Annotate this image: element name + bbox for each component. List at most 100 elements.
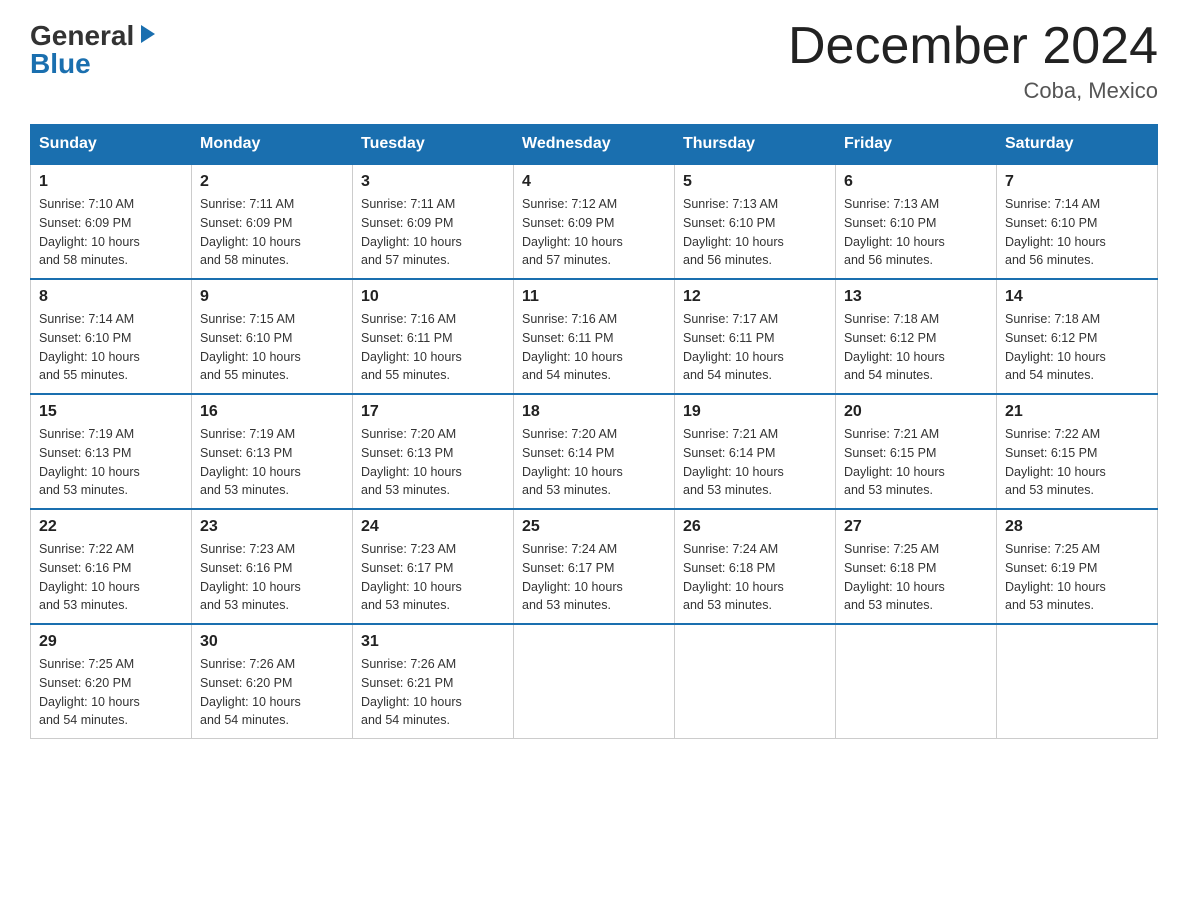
calendar-cell: 10 Sunrise: 7:16 AMSunset: 6:11 PMDaylig… [353, 279, 514, 394]
day-number: 18 [522, 403, 666, 421]
day-number: 29 [39, 633, 183, 651]
day-info: Sunrise: 7:14 AMSunset: 6:10 PMDaylight:… [1005, 195, 1149, 270]
calendar-cell: 17 Sunrise: 7:20 AMSunset: 6:13 PMDaylig… [353, 394, 514, 509]
day-number: 26 [683, 518, 827, 536]
day-number: 1 [39, 173, 183, 191]
day-number: 14 [1005, 288, 1149, 306]
day-number: 30 [200, 633, 344, 651]
day-number: 3 [361, 173, 505, 191]
day-number: 17 [361, 403, 505, 421]
day-info: Sunrise: 7:17 AMSunset: 6:11 PMDaylight:… [683, 310, 827, 385]
day-number: 2 [200, 173, 344, 191]
day-number: 11 [522, 288, 666, 306]
day-number: 31 [361, 633, 505, 651]
calendar-cell [514, 624, 675, 739]
day-number: 20 [844, 403, 988, 421]
day-number: 15 [39, 403, 183, 421]
day-info: Sunrise: 7:25 AMSunset: 6:20 PMDaylight:… [39, 655, 183, 730]
day-info: Sunrise: 7:22 AMSunset: 6:16 PMDaylight:… [39, 540, 183, 615]
day-info: Sunrise: 7:24 AMSunset: 6:18 PMDaylight:… [683, 540, 827, 615]
day-number: 22 [39, 518, 183, 536]
day-info: Sunrise: 7:13 AMSunset: 6:10 PMDaylight:… [683, 195, 827, 270]
day-info: Sunrise: 7:10 AMSunset: 6:09 PMDaylight:… [39, 195, 183, 270]
day-info: Sunrise: 7:19 AMSunset: 6:13 PMDaylight:… [200, 425, 344, 500]
week-row-1: 1 Sunrise: 7:10 AMSunset: 6:09 PMDayligh… [31, 164, 1158, 279]
calendar-header: SundayMondayTuesdayWednesdayThursdayFrid… [31, 125, 1158, 165]
day-info: Sunrise: 7:21 AMSunset: 6:15 PMDaylight:… [844, 425, 988, 500]
day-number: 21 [1005, 403, 1149, 421]
day-number: 28 [1005, 518, 1149, 536]
calendar-cell: 6 Sunrise: 7:13 AMSunset: 6:10 PMDayligh… [836, 164, 997, 279]
calendar-cell: 25 Sunrise: 7:24 AMSunset: 6:17 PMDaylig… [514, 509, 675, 624]
calendar-cell: 30 Sunrise: 7:26 AMSunset: 6:20 PMDaylig… [192, 624, 353, 739]
day-info: Sunrise: 7:12 AMSunset: 6:09 PMDaylight:… [522, 195, 666, 270]
page-header: General Blue December 2024 Coba, Mexico [30, 20, 1158, 104]
day-info: Sunrise: 7:24 AMSunset: 6:17 PMDaylight:… [522, 540, 666, 615]
day-number: 12 [683, 288, 827, 306]
column-header-saturday: Saturday [997, 125, 1158, 165]
calendar-cell: 13 Sunrise: 7:18 AMSunset: 6:12 PMDaylig… [836, 279, 997, 394]
day-info: Sunrise: 7:18 AMSunset: 6:12 PMDaylight:… [1005, 310, 1149, 385]
day-number: 7 [1005, 173, 1149, 191]
calendar-body: 1 Sunrise: 7:10 AMSunset: 6:09 PMDayligh… [31, 164, 1158, 739]
day-number: 8 [39, 288, 183, 306]
header-row: SundayMondayTuesdayWednesdayThursdayFrid… [31, 125, 1158, 165]
calendar-cell: 1 Sunrise: 7:10 AMSunset: 6:09 PMDayligh… [31, 164, 192, 279]
calendar-cell: 11 Sunrise: 7:16 AMSunset: 6:11 PMDaylig… [514, 279, 675, 394]
calendar-cell: 20 Sunrise: 7:21 AMSunset: 6:15 PMDaylig… [836, 394, 997, 509]
day-number: 27 [844, 518, 988, 536]
day-info: Sunrise: 7:18 AMSunset: 6:12 PMDaylight:… [844, 310, 988, 385]
calendar-cell: 14 Sunrise: 7:18 AMSunset: 6:12 PMDaylig… [997, 279, 1158, 394]
day-number: 10 [361, 288, 505, 306]
day-info: Sunrise: 7:14 AMSunset: 6:10 PMDaylight:… [39, 310, 183, 385]
calendar-cell: 26 Sunrise: 7:24 AMSunset: 6:18 PMDaylig… [675, 509, 836, 624]
calendar-cell: 18 Sunrise: 7:20 AMSunset: 6:14 PMDaylig… [514, 394, 675, 509]
column-header-thursday: Thursday [675, 125, 836, 165]
calendar-cell: 21 Sunrise: 7:22 AMSunset: 6:15 PMDaylig… [997, 394, 1158, 509]
day-info: Sunrise: 7:11 AMSunset: 6:09 PMDaylight:… [361, 195, 505, 270]
day-info: Sunrise: 7:15 AMSunset: 6:10 PMDaylight:… [200, 310, 344, 385]
calendar-cell: 24 Sunrise: 7:23 AMSunset: 6:17 PMDaylig… [353, 509, 514, 624]
day-number: 16 [200, 403, 344, 421]
day-number: 4 [522, 173, 666, 191]
calendar-cell [836, 624, 997, 739]
calendar-cell: 16 Sunrise: 7:19 AMSunset: 6:13 PMDaylig… [192, 394, 353, 509]
calendar-cell: 8 Sunrise: 7:14 AMSunset: 6:10 PMDayligh… [31, 279, 192, 394]
calendar-cell: 23 Sunrise: 7:23 AMSunset: 6:16 PMDaylig… [192, 509, 353, 624]
day-info: Sunrise: 7:25 AMSunset: 6:19 PMDaylight:… [1005, 540, 1149, 615]
week-row-3: 15 Sunrise: 7:19 AMSunset: 6:13 PMDaylig… [31, 394, 1158, 509]
day-info: Sunrise: 7:11 AMSunset: 6:09 PMDaylight:… [200, 195, 344, 270]
day-info: Sunrise: 7:13 AMSunset: 6:10 PMDaylight:… [844, 195, 988, 270]
week-row-4: 22 Sunrise: 7:22 AMSunset: 6:16 PMDaylig… [31, 509, 1158, 624]
day-number: 23 [200, 518, 344, 536]
calendar-cell: 28 Sunrise: 7:25 AMSunset: 6:19 PMDaylig… [997, 509, 1158, 624]
month-title: December 2024 [788, 20, 1158, 72]
day-info: Sunrise: 7:23 AMSunset: 6:17 PMDaylight:… [361, 540, 505, 615]
calendar-cell: 4 Sunrise: 7:12 AMSunset: 6:09 PMDayligh… [514, 164, 675, 279]
column-header-friday: Friday [836, 125, 997, 165]
week-row-5: 29 Sunrise: 7:25 AMSunset: 6:20 PMDaylig… [31, 624, 1158, 739]
day-info: Sunrise: 7:25 AMSunset: 6:18 PMDaylight:… [844, 540, 988, 615]
calendar-cell: 5 Sunrise: 7:13 AMSunset: 6:10 PMDayligh… [675, 164, 836, 279]
logo: General Blue [30, 20, 159, 80]
day-info: Sunrise: 7:19 AMSunset: 6:13 PMDaylight:… [39, 425, 183, 500]
calendar-cell: 31 Sunrise: 7:26 AMSunset: 6:21 PMDaylig… [353, 624, 514, 739]
day-number: 13 [844, 288, 988, 306]
calendar-table: SundayMondayTuesdayWednesdayThursdayFrid… [30, 124, 1158, 739]
day-number: 6 [844, 173, 988, 191]
day-number: 9 [200, 288, 344, 306]
calendar-cell: 19 Sunrise: 7:21 AMSunset: 6:14 PMDaylig… [675, 394, 836, 509]
column-header-monday: Monday [192, 125, 353, 165]
week-row-2: 8 Sunrise: 7:14 AMSunset: 6:10 PMDayligh… [31, 279, 1158, 394]
column-header-sunday: Sunday [31, 125, 192, 165]
location: Coba, Mexico [788, 78, 1158, 104]
day-number: 24 [361, 518, 505, 536]
day-info: Sunrise: 7:26 AMSunset: 6:20 PMDaylight:… [200, 655, 344, 730]
calendar-cell: 9 Sunrise: 7:15 AMSunset: 6:10 PMDayligh… [192, 279, 353, 394]
header-right: December 2024 Coba, Mexico [788, 20, 1158, 104]
day-info: Sunrise: 7:26 AMSunset: 6:21 PMDaylight:… [361, 655, 505, 730]
calendar-cell: 2 Sunrise: 7:11 AMSunset: 6:09 PMDayligh… [192, 164, 353, 279]
calendar-cell [997, 624, 1158, 739]
day-info: Sunrise: 7:21 AMSunset: 6:14 PMDaylight:… [683, 425, 827, 500]
calendar-cell: 3 Sunrise: 7:11 AMSunset: 6:09 PMDayligh… [353, 164, 514, 279]
